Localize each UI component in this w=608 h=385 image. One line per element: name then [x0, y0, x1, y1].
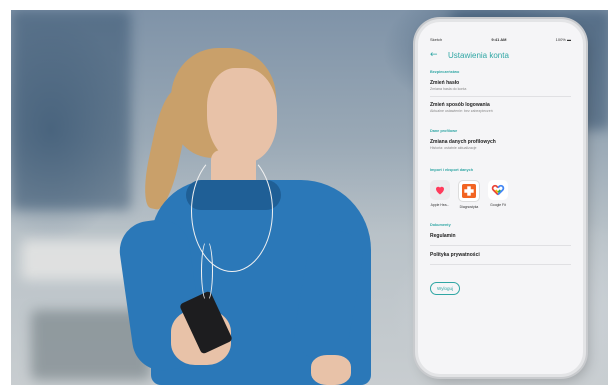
battery-indicator: 100% ▬: [555, 37, 571, 42]
google-fit-heart-icon: [491, 184, 505, 196]
medical-cross-icon: [462, 184, 476, 198]
integration-google-fit[interactable]: Google Fit: [488, 180, 508, 209]
heart-icon: [436, 186, 444, 195]
integration-label: Diagnostyka: [459, 205, 479, 209]
change-profile-data-item[interactable]: Zmiana danych profilowych Historia: osta…: [418, 139, 583, 150]
chevron-left-icon[interactable]: ←: [430, 50, 440, 60]
integrations-row: Apple Hea... Diagnostyka Google Fit: [418, 180, 583, 209]
nav-bar: ← Ustawienia konta: [418, 42, 583, 60]
integration-apple-health[interactable]: Apple Hea...: [430, 180, 450, 209]
change-password-item[interactable]: Zmień hasło Zmiana hasła do konta: [418, 80, 583, 91]
change-login-method-item[interactable]: Zmień sposób logowania Aktualne ustawien…: [418, 102, 583, 113]
carrier-label: Sketch: [430, 37, 443, 42]
phone-mockup: Sketch 9:41 AM 100% ▬ ← Ustawienia konta…: [418, 22, 583, 374]
item-title: Zmiana danych profilowych: [430, 139, 496, 145]
logout-button[interactable]: Wyloguj: [430, 282, 460, 295]
item-title: Zmień sposób logowania: [430, 102, 490, 108]
integration-diagnostyka[interactable]: Diagnostyka: [458, 180, 480, 209]
item-title: Zmień hasło: [430, 80, 460, 86]
clock: 9:41 AM: [491, 37, 507, 42]
status-bar: Sketch 9:41 AM 100% ▬: [418, 22, 583, 42]
page-title: Ustawienia konta: [448, 50, 509, 60]
integration-label: Google Fit: [490, 203, 506, 207]
integration-label: Apple Hea...: [430, 203, 450, 207]
